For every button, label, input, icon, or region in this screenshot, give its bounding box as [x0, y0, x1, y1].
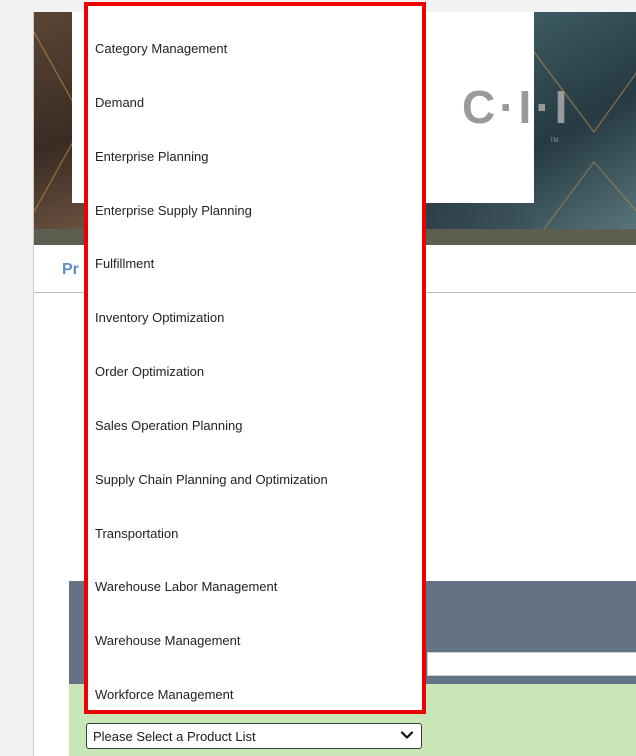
dropdown-option-warehouse-labor-management[interactable]: Warehouse Labor Management	[95, 577, 277, 597]
dropdown-option-inventory-optimization[interactable]: Inventory Optimization	[95, 308, 224, 328]
dropdown-option-fulfillment[interactable]: Fulfillment	[95, 254, 154, 274]
product-list-select-value: Please Select a Product List	[93, 729, 256, 744]
dropdown-option-warehouse-management[interactable]: Warehouse Management	[95, 631, 241, 651]
page-title: Pr	[62, 261, 79, 278]
dropdown-option-demand[interactable]: Demand	[95, 93, 144, 113]
company-logo: C·I·I	[462, 81, 572, 133]
logo-trademark: TM	[550, 138, 559, 144]
dropdown-option-transportation[interactable]: Transportation	[95, 524, 178, 544]
product-list-select[interactable]: Please Select a Product List	[86, 723, 422, 749]
chevron-down-icon	[400, 731, 414, 739]
dropdown-option-supply-chain-planning[interactable]: Supply Chain Planning and Optimization	[95, 470, 328, 490]
dropdown-option-category-management[interactable]: Category Management	[95, 39, 227, 59]
form-text-field[interactable]	[427, 652, 636, 676]
dropdown-option-order-optimization[interactable]: Order Optimization	[95, 362, 204, 382]
dropdown-option-enterprise-planning[interactable]: Enterprise Planning	[95, 147, 208, 167]
dropdown-option-enterprise-supply-planning[interactable]: Enterprise Supply Planning	[95, 201, 252, 221]
dropdown-option-sales-operation-planning[interactable]: Sales Operation Planning	[95, 416, 242, 436]
product-list-dropdown[interactable]: Category Management Demand Enterprise Pl…	[84, 2, 426, 714]
dropdown-option-workforce-management[interactable]: Workforce Management	[95, 685, 234, 705]
